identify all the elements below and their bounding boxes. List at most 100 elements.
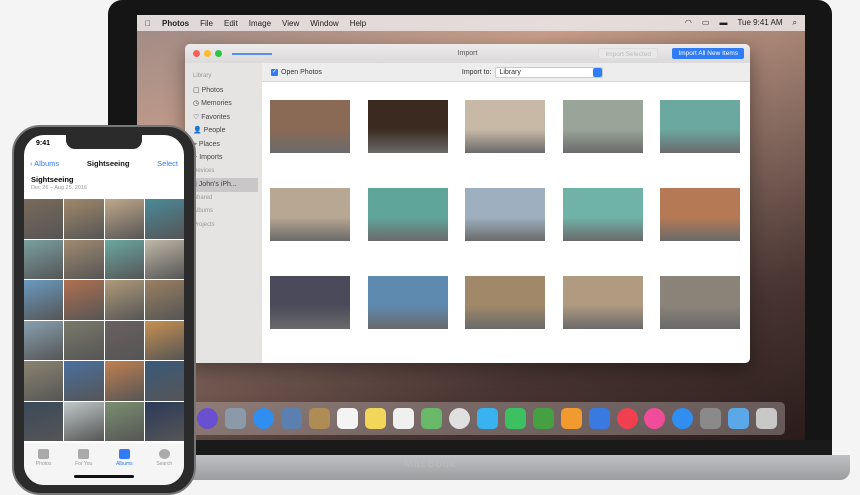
sidebar-item-imports[interactable]: ◔ Imports	[189, 151, 258, 165]
import-thumbnail[interactable]	[465, 100, 545, 153]
zoom-button[interactable]	[215, 50, 222, 57]
itunes-dock-icon[interactable]	[644, 408, 666, 429]
airplay-icon[interactable]: ▭	[702, 18, 710, 28]
import-thumbnail[interactable]	[562, 276, 643, 329]
phone-photo-thumbnail[interactable]	[64, 280, 104, 320]
phone-photo-thumbnail[interactable]	[144, 361, 184, 401]
phone-photo-thumbnail[interactable]	[24, 280, 64, 320]
apple-menu-icon[interactable]: 	[145, 19, 151, 28]
pages-dock-icon[interactable]	[560, 408, 582, 429]
launchpad-dock-icon[interactable]	[225, 408, 247, 429]
sidebar-item-memories[interactable]: ◷ Memories	[189, 97, 258, 111]
sidebar-item-places[interactable]: ⌖ Places	[189, 138, 258, 152]
sidebar-item-people[interactable]: 👤 People	[189, 124, 258, 138]
news-dock-icon[interactable]	[616, 408, 638, 429]
import-thumbnail[interactable]	[270, 276, 350, 329]
phone-photo-thumbnail[interactable]	[144, 401, 184, 441]
phone-photo-thumbnail[interactable]	[104, 320, 144, 360]
phone-photo-thumbnail[interactable]	[64, 320, 104, 360]
battery-icon[interactable]: ▬	[719, 18, 727, 28]
messages-dock-icon[interactable]	[476, 408, 498, 429]
safari-dock-icon[interactable]	[253, 408, 275, 429]
phone-photo-thumbnail[interactable]	[64, 401, 104, 441]
import-to-select[interactable]: Library	[495, 66, 604, 78]
phone-photo-thumbnail[interactable]	[24, 361, 64, 401]
import-selected-button[interactable]: Import Selected	[598, 48, 658, 59]
phone-photo-thumbnail[interactable]	[24, 320, 64, 360]
photos-dock-icon[interactable]	[448, 408, 470, 429]
sidebar-item-label: Imports	[199, 154, 223, 161]
open-photos-checkbox[interactable]: ✓	[271, 68, 278, 76]
reminders-dock-icon[interactable]	[393, 408, 415, 429]
system-preferences-dock-icon[interactable]	[700, 408, 722, 429]
phone-photo-thumbnail[interactable]	[144, 239, 184, 279]
phone-photo-thumbnail[interactable]	[144, 280, 184, 320]
import-thumbnail[interactable]	[562, 100, 643, 153]
sidebar-item-favorites[interactable]: ♡ Favorites	[189, 111, 258, 125]
notes-brown-dock-icon[interactable]	[309, 408, 331, 429]
back-label: Albums	[34, 158, 60, 168]
import-thumbnail[interactable]	[660, 188, 740, 241]
phone-photo-thumbnail[interactable]	[104, 239, 144, 279]
menu-file[interactable]: File	[200, 19, 213, 28]
menu-edit[interactable]: Edit	[224, 19, 238, 28]
phone-photo-thumbnail[interactable]	[144, 320, 184, 360]
sidebar-item-device[interactable]: ▯ John's iPh...	[189, 178, 258, 192]
keynote-dock-icon[interactable]	[588, 408, 610, 429]
import-thumbnail[interactable]	[660, 100, 740, 153]
phone-photo-thumbnail[interactable]	[24, 239, 64, 279]
import-thumbnail[interactable]	[270, 188, 350, 241]
import-thumbnail[interactable]	[270, 100, 350, 153]
import-thumbnail[interactable]	[367, 188, 448, 241]
dock	[190, 402, 785, 435]
sidebar: Library ▢ Photos ◷ Memories ♡ Favorites …	[185, 63, 262, 363]
close-button[interactable]	[193, 50, 200, 57]
preview-dock-icon[interactable]	[281, 408, 303, 429]
select-button[interactable]: Select	[157, 159, 178, 168]
app-store-dock-icon[interactable]	[672, 408, 694, 429]
back-albums-button[interactable]: ‹ Albums	[30, 159, 59, 168]
import-thumbnail[interactable]	[367, 100, 448, 153]
menu-help[interactable]: Help	[350, 19, 366, 28]
phone-photo-thumbnail[interactable]	[104, 401, 144, 441]
phone-photo-thumbnail[interactable]	[24, 401, 64, 441]
siri-dock-icon[interactable]	[197, 408, 219, 429]
import-thumbnail[interactable]	[465, 188, 545, 241]
spotlight-search-icon[interactable]: ⌕	[793, 18, 797, 28]
facetime-dock-icon[interactable]	[504, 408, 526, 429]
minimize-button[interactable]	[204, 50, 211, 57]
calendar-dock-icon[interactable]	[337, 408, 359, 429]
wifi-icon[interactable]: ◠	[685, 18, 692, 28]
menu-view[interactable]: View	[282, 19, 299, 28]
notes-dock-icon[interactable]	[365, 408, 387, 429]
import-thumbnail[interactable]	[562, 188, 643, 241]
phone-photo-thumbnail[interactable]	[104, 361, 144, 401]
menu-app-photos[interactable]: Photos	[162, 19, 189, 28]
home-indicator[interactable]	[74, 475, 134, 478]
import-thumbnail[interactable]	[465, 276, 545, 329]
phone-photo-thumbnail[interactable]	[64, 361, 104, 401]
numbers-dock-icon[interactable]	[532, 408, 554, 429]
sidebar-item-label: Favorites	[201, 113, 231, 121]
menu-window[interactable]: Window	[310, 19, 338, 28]
iphone-screen: 9:41 ‹ Albums Sightseeing Select Sightse…	[24, 135, 184, 485]
phone-photo-thumbnail[interactable]	[104, 280, 144, 320]
clock[interactable]: Tue 9:41 AM	[737, 18, 782, 28]
phone-photo-thumbnail[interactable]	[104, 199, 144, 239]
for-you-icon	[78, 449, 90, 459]
trash-dock-icon[interactable]	[756, 408, 778, 429]
thumbnail-size-slider[interactable]	[232, 52, 272, 55]
phone-photo-thumbnail[interactable]	[24, 199, 64, 239]
import-thumbnail[interactable]	[660, 276, 740, 329]
iphone: 9:41 ‹ Albums Sightseeing Select Sightse…	[12, 125, 196, 495]
sidebar-item-label: Photos	[201, 86, 224, 94]
downloads-folder-dock-icon[interactable]	[728, 408, 750, 429]
menu-image[interactable]: Image	[249, 19, 271, 28]
sidebar-item-photos[interactable]: ▢ Photos	[189, 84, 258, 98]
maps-dock-icon[interactable]	[420, 408, 442, 429]
import-all-new-items-button[interactable]: Import All New Items	[672, 48, 744, 59]
import-thumbnail[interactable]	[367, 276, 448, 329]
phone-photo-thumbnail[interactable]	[64, 199, 104, 239]
phone-photo-thumbnail[interactable]	[64, 239, 104, 279]
phone-photo-thumbnail[interactable]	[144, 199, 184, 239]
